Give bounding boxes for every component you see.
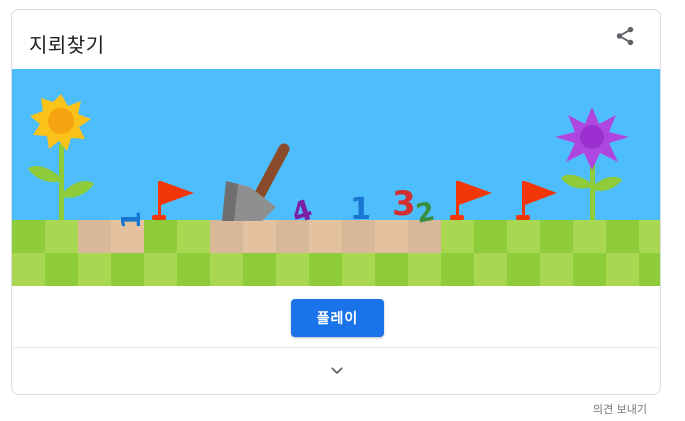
- expand-button[interactable]: [322, 358, 352, 388]
- card-title: 지뢰찾기: [29, 33, 105, 57]
- mine-number: 3: [392, 184, 416, 224]
- ground-tiles: [12, 220, 660, 286]
- share-button[interactable]: [610, 23, 640, 53]
- divider: [12, 347, 660, 348]
- game-preview-illustration: 1 4 1 3 2: [12, 69, 660, 286]
- game-preview[interactable]: 1 4 1 3 2: [12, 69, 660, 286]
- card-header: 지뢰찾기: [12, 10, 660, 70]
- mine-number: 1: [350, 192, 371, 227]
- minesweeper-card: 지뢰찾기 1 4 1 3 2 플레이: [11, 9, 661, 395]
- play-row: 플레이: [12, 286, 660, 348]
- chevron-down-icon: [329, 363, 345, 383]
- share-icon: [614, 25, 636, 51]
- play-button[interactable]: 플레이: [291, 299, 384, 337]
- feedback-link[interactable]: 의견 보내기: [593, 401, 647, 417]
- mine-number: 1: [117, 211, 147, 229]
